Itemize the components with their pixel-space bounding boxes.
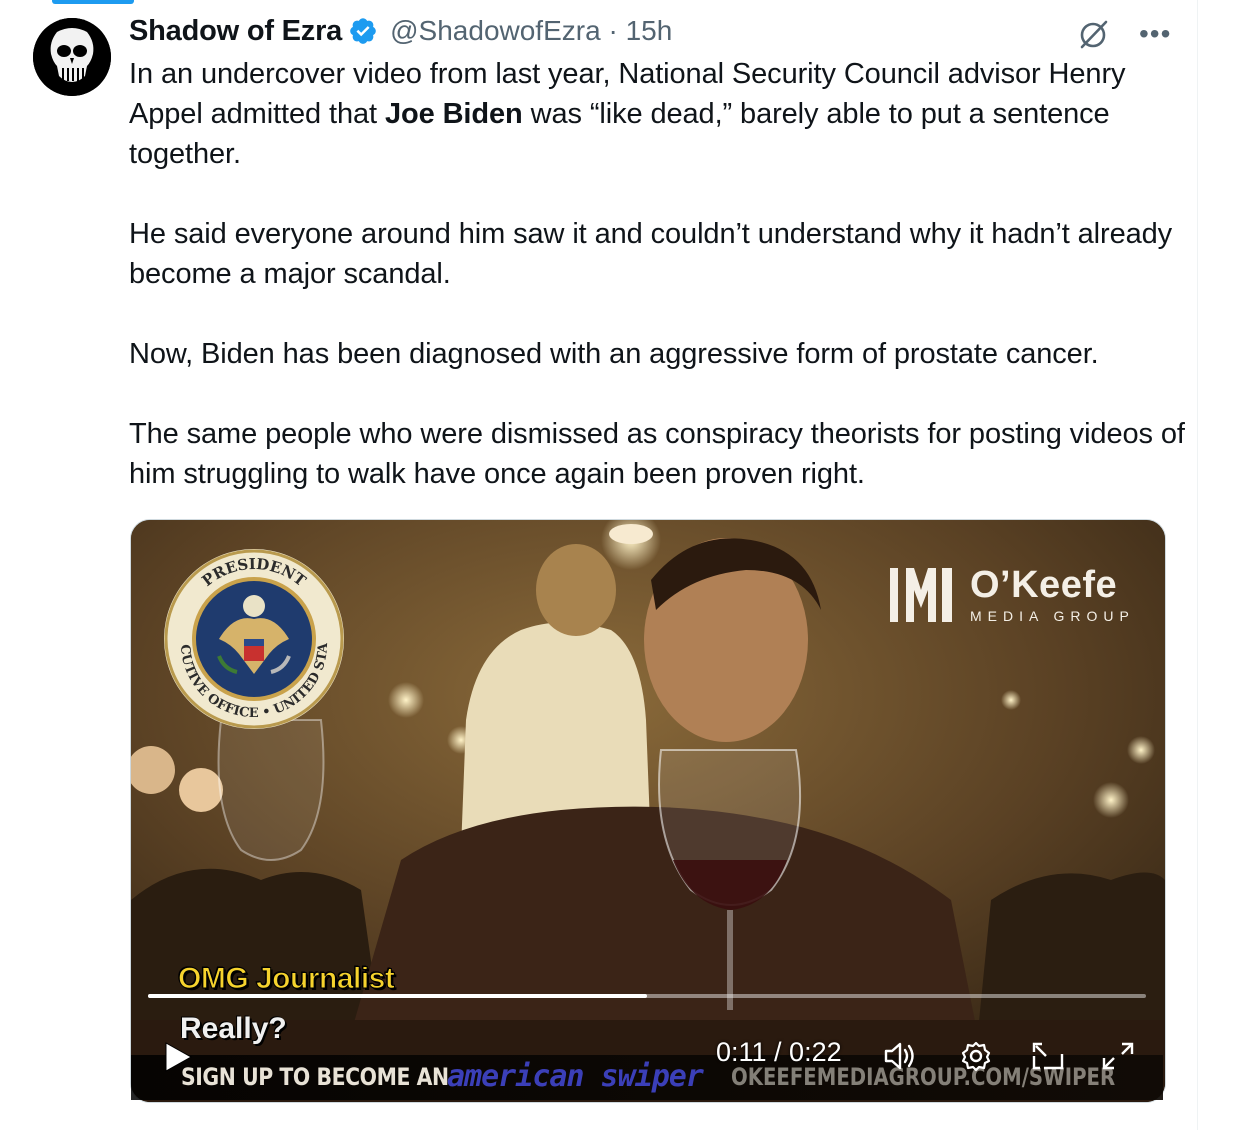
more-icon[interactable]: ••• <box>1139 20 1171 48</box>
video-progress-fill <box>148 994 647 998</box>
omg-logo-icon <box>890 568 952 622</box>
punisher-skull-icon <box>33 18 111 96</box>
grok-icon[interactable] <box>1073 14 1113 54</box>
picture-in-picture-icon[interactable] <box>1030 1040 1066 1072</box>
tweet-actions-top: ••• <box>1073 14 1171 54</box>
logo-subtitle: MEDIA GROUP <box>970 608 1135 624</box>
bold-name: Joe Biden <box>384 98 523 130</box>
verified-badge-icon <box>350 18 376 44</box>
tweet-paragraph-4: The same people who were dismissed as co… <box>129 418 1185 490</box>
author-name[interactable]: Shadow of Ezra <box>129 15 342 48</box>
avatar[interactable] <box>33 18 111 96</box>
okeefe-logo: O’Keefe MEDIA GROUP <box>884 560 1135 630</box>
volume-icon[interactable] <box>882 1040 918 1072</box>
tweet-paragraph-2: He said everyone around him saw it and c… <box>129 218 1173 290</box>
video-banner: SIGN UP TO BECOME AN american swiper OKE… <box>131 1055 1163 1100</box>
presidential-seal-icon: PRESIDENT EXECUTIVE OFFICE • UNITED STAT… <box>159 544 344 729</box>
banner-text: SIGN UP TO BECOME AN <box>181 1063 449 1091</box>
caption-text: Really? <box>180 1012 287 1045</box>
video-progress-bar[interactable] <box>148 994 1146 998</box>
tweet-time: 15h <box>625 15 673 46</box>
banner-brand: american swiper <box>447 1059 704 1094</box>
tweet-paragraph-1: In an undercover video from last year, N… <box>129 58 1126 170</box>
tweet-text: In an undercover video from last year, N… <box>129 54 1189 494</box>
caption-speaker: OMG Journalist <box>177 962 395 996</box>
timeline-border <box>1197 0 1198 1130</box>
tweet-header: Shadow of Ezra @ShadowofEzra · 15h <box>129 12 672 50</box>
logo-name: O’Keefe <box>970 564 1118 606</box>
tab-indicator <box>52 0 134 4</box>
play-icon[interactable] <box>160 1040 194 1074</box>
tweet-paragraph-3: Now, Biden has been diagnosed with an ag… <box>129 338 1099 370</box>
settings-icon[interactable] <box>958 1040 994 1072</box>
fullscreen-icon[interactable] <box>1100 1040 1136 1072</box>
author-handle[interactable]: @ShadowofEzra · 15h <box>390 15 672 47</box>
video-time: 0:11 / 0:22 <box>716 1037 842 1067</box>
